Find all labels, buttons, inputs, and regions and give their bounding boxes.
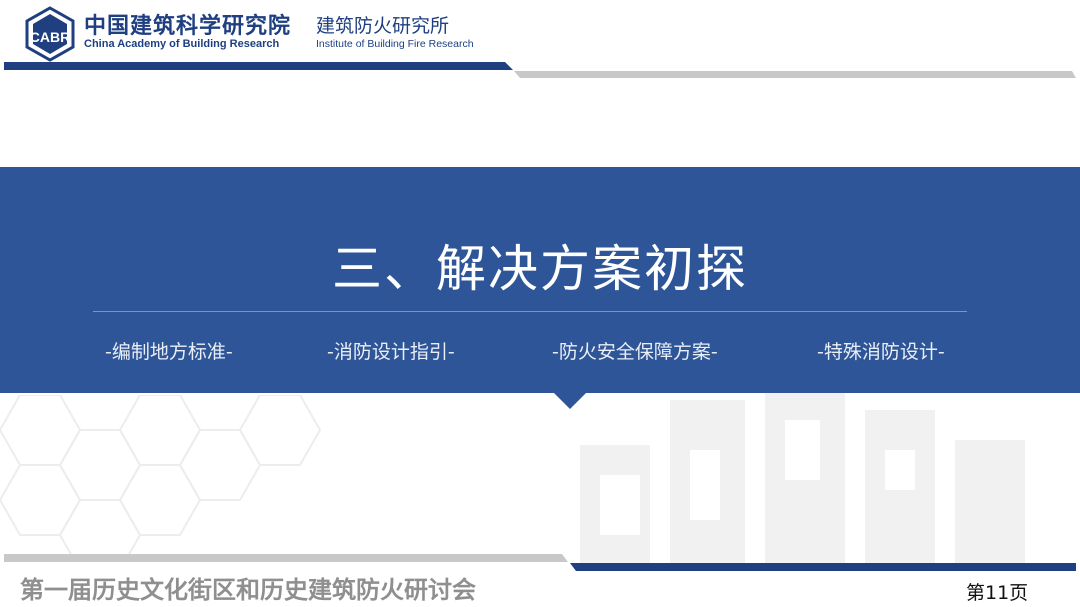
- banner-pointer: [554, 393, 586, 409]
- conference-title: 第一届历史文化街区和历史建筑防火研讨会: [20, 576, 476, 604]
- cabr-watermark: [580, 380, 1025, 565]
- banner-divider: [93, 311, 967, 312]
- topic-fire-safety-plan: -防火安全保障方案-: [552, 341, 718, 363]
- section-title: 三、解决方案初探: [332, 240, 748, 298]
- institute-name-en: Institute of Building Fire Research: [316, 38, 474, 50]
- page-number: 第11页: [966, 582, 1029, 604]
- topic-fire-design-guide: -消防设计指引-: [327, 341, 455, 363]
- topic-list: -编制地方标准- -消防设计指引- -防火安全保障方案- -特殊消防设计-: [0, 337, 1080, 367]
- svg-text:CABR: CABR: [30, 29, 70, 45]
- cabr-logo-icon: CABR: [25, 6, 75, 62]
- header-logo: CABR 中国建筑科学研究院 China Academy of Building…: [22, 6, 542, 62]
- institute-name-cn: 建筑防火研究所: [316, 15, 450, 37]
- section-banner: 三、解决方案初探 -编制地方标准- -消防设计指引- -防火安全保障方案- -特…: [0, 167, 1080, 393]
- topic-local-standard: -编制地方标准-: [105, 341, 233, 363]
- hexagon-pattern: [0, 395, 322, 555]
- org-name-cn: 中国建筑科学研究院: [84, 13, 292, 39]
- org-name-en: China Academy of Building Research: [84, 38, 280, 50]
- topic-special-fire-design: -特殊消防设计-: [817, 341, 945, 363]
- header-accent-bar: [4, 62, 1076, 78]
